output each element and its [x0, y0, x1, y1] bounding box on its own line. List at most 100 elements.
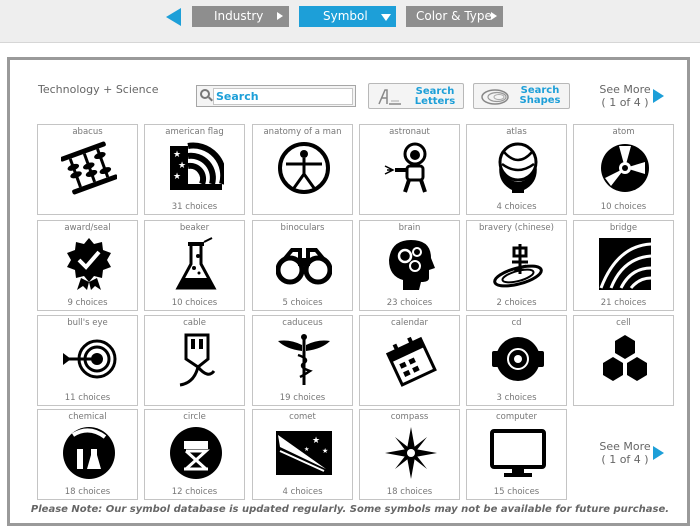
symbol-tile-caduceus[interactable]: caduceus 19 choices [252, 315, 353, 406]
abacus-icon [61, 141, 117, 195]
symbol-choices: 21 choices [600, 298, 647, 308]
tab-color-type[interactable]: Color & Type [406, 6, 503, 27]
symbol-tile-astronaut[interactable]: astronaut [359, 124, 460, 215]
symbol-name: bull's eye [67, 318, 108, 328]
symbol-tile-cd[interactable]: cd 3 choices [466, 315, 567, 406]
tab-symbol-label: Symbol [323, 9, 368, 23]
symbol-tile-computer[interactable]: computer 15 choices [466, 409, 567, 500]
symbol-tile-american-flag[interactable]: american flag ★ ★ ★ 31 choices [144, 124, 245, 215]
symbol-choices: 5 choices [282, 298, 323, 308]
page-indicator: ( 1 of 4 ) [601, 453, 649, 466]
shapes-icon [481, 89, 509, 105]
symbol-choices: 15 choices [493, 487, 540, 497]
symbol-name: award/seal [64, 223, 111, 233]
symbol-name: bravery (chinese) [479, 223, 554, 233]
computer-icon [490, 429, 546, 477]
symbol-choices: 4 choices [496, 202, 537, 212]
symbol-choices: 18 choices [386, 487, 433, 497]
symbol-tile-atlas[interactable]: atlas 4 choices [466, 124, 567, 215]
caduceus-icon [278, 334, 330, 385]
symbol-choices: 2 choices [496, 298, 537, 308]
symbol-tile-bravery-chinese[interactable]: bravery (chinese) 2 choices [466, 220, 567, 311]
tab-industry-label: Industry [214, 9, 264, 23]
back-arrow-icon[interactable] [166, 8, 181, 26]
cable-icon [179, 333, 216, 387]
symbol-choices: 10 choices [600, 202, 647, 212]
symbol-tile-bridge[interactable]: bridge 21 choices [573, 220, 674, 311]
cell-icon [603, 335, 647, 381]
symbol-tile-cell[interactable]: cell [573, 315, 674, 406]
svg-text:★: ★ [312, 436, 320, 446]
see-more-top[interactable]: See More ( 1 of 4 ) [590, 83, 664, 109]
symbol-tile-cable[interactable]: cable [144, 315, 245, 406]
symbol-choices: 11 choices [64, 393, 111, 403]
symbol-tile-anatomy-of-a-man[interactable]: anatomy of a man [252, 124, 353, 215]
top-nav-bar: Industry Symbol Color & Type [0, 0, 700, 43]
search-shapes-button[interactable]: Search Shapes [473, 83, 570, 109]
symbol-name: caduceus [282, 318, 323, 328]
symbol-name: binoculars [280, 223, 325, 233]
play-arrow-icon [491, 12, 497, 20]
next-arrow-icon [653, 89, 664, 103]
see-more-bottom[interactable]: See More ( 1 of 4 ) [590, 440, 664, 466]
symbol-name: abacus [72, 127, 103, 137]
symbol-tile-compass[interactable]: compass 18 choices [359, 409, 460, 500]
search-box [196, 85, 356, 107]
symbol-tile-circle[interactable]: circle 12 choices [144, 409, 245, 500]
symbol-name: compass [390, 412, 429, 422]
bridge-icon [599, 238, 652, 290]
brain-icon [389, 240, 435, 290]
symbol-tile-award-seal[interactable]: award/seal 9 choices [37, 220, 138, 311]
symbol-name: computer [496, 412, 537, 422]
svg-text:★: ★ [322, 447, 328, 455]
play-arrow-icon [277, 12, 283, 20]
anatomy-icon [278, 142, 330, 194]
category-title: Technology + Science [38, 83, 159, 96]
search-input[interactable] [213, 88, 353, 105]
symbol-name: atlas [506, 127, 527, 137]
search-letters-button[interactable]: Search Letters [368, 83, 464, 109]
symbol-choices: 4 choices [282, 487, 323, 497]
symbol-choices: 23 choices [386, 298, 433, 308]
symbol-tile-bulls-eye[interactable]: bull's eye 11 choices [37, 315, 138, 406]
comet-icon: ★ ★ ★ [276, 431, 332, 475]
symbol-tile-beaker[interactable]: beaker 10 choices [144, 220, 245, 311]
tab-industry[interactable]: Industry [192, 6, 289, 27]
symbol-tile-comet[interactable]: comet ★ ★ ★ 4 choices [252, 409, 353, 500]
symbol-name: anatomy of a man [263, 127, 342, 137]
symbol-tile-abacus[interactable]: abacus [37, 124, 138, 215]
symbol-choices: 10 choices [171, 298, 218, 308]
bulls-eye-icon [63, 339, 117, 379]
symbol-choices: 9 choices [67, 298, 108, 308]
symbol-choices: 19 choices [279, 393, 326, 403]
cd-icon [492, 337, 544, 381]
symbol-name: bridge [609, 223, 638, 233]
symbol-name: american flag [165, 127, 224, 137]
symbol-tile-binoculars[interactable]: binoculars 5 choices [252, 220, 353, 311]
compass-icon [385, 427, 437, 479]
symbol-tile-calendar[interactable]: calendar [359, 315, 460, 406]
symbol-tile-chemical[interactable]: chemical 18 choices [37, 409, 138, 500]
american-flag-icon: ★ ★ ★ [170, 142, 224, 190]
symbol-name: circle [183, 412, 206, 422]
svg-text:★: ★ [304, 446, 309, 453]
symbol-name: astronaut [389, 127, 430, 137]
symbol-name: cell [616, 318, 631, 328]
chemical-icon [63, 427, 115, 479]
svg-text:★: ★ [173, 150, 181, 160]
symbol-tile-brain[interactable]: brain 23 choices [359, 220, 460, 311]
see-more-label: See More [599, 83, 651, 96]
astronaut-icon [384, 142, 427, 193]
svg-text:★: ★ [178, 161, 186, 171]
symbol-tile-atom[interactable]: atom 10 choices [573, 124, 674, 215]
bravery-chinese-icon [493, 244, 543, 288]
dropdown-arrow-icon [381, 14, 391, 21]
disclaimer-note: Please Note: Our symbol database is upda… [30, 504, 670, 515]
calendar-icon [385, 336, 437, 387]
symbol-name: cable [183, 318, 206, 328]
atlas-icon [498, 142, 538, 193]
symbol-name: brain [398, 223, 421, 233]
atom-icon [601, 144, 649, 192]
tab-symbol[interactable]: Symbol [299, 6, 396, 27]
symbol-name: cd [511, 318, 522, 328]
